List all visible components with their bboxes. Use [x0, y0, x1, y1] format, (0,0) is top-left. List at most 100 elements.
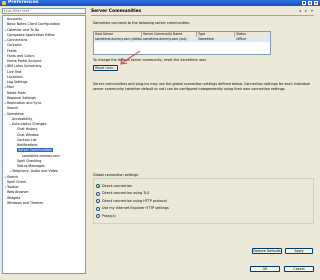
reset-user-button[interactable]: Reset User... [93, 65, 118, 71]
radio-button[interactable] [96, 199, 100, 203]
tree-item-label: Accessibility [12, 116, 33, 121]
radio-button[interactable] [96, 206, 100, 211]
radio-label[interactable]: Direct connection [102, 184, 132, 189]
page-title: Server Communities [91, 8, 314, 16]
restore-defaults-button[interactable]: Restore Defaults [252, 248, 282, 254]
tree-item-label: Spell Check [7, 179, 27, 184]
maximize-button[interactable]: □ [308, 1, 312, 6]
tree-item-label: Chat History [17, 127, 38, 132]
radio-button[interactable] [96, 191, 100, 196]
tree-item-label: Composite Application Editor [7, 32, 55, 37]
tree-item-label: Windows and Themes [7, 200, 44, 205]
cell-host-server: sametime.dummy.com (default) [95, 37, 142, 41]
tree-item[interactable]: Home Portal Account [4, 59, 42, 64]
tree-item[interactable]: Notes Ports [4, 91, 26, 96]
apply-button[interactable]: Apply [285, 248, 313, 254]
tree-item[interactable]: +IBM Lotus Symphony [4, 64, 42, 69]
tree-item[interactable]: Chat History [14, 127, 37, 132]
menu-icon[interactable]: ▾ [310, 9, 314, 13]
tree-item[interactable]: Windows and Themes [4, 201, 43, 206]
tree-item-label: Regional Settings [7, 95, 36, 100]
tree-item[interactable]: +Toolbar [4, 185, 19, 190]
splitter[interactable] [86, 8, 89, 274]
radio-label[interactable]: Direct connection using TLS [102, 191, 149, 196]
tree-item[interactable]: −Sametime [4, 112, 24, 117]
tree-item-label: Sametime [7, 111, 24, 116]
tree-item-label: Accounts [7, 17, 23, 21]
tree-item-label: Chat Window [17, 132, 39, 137]
tree-item-label: Search [7, 106, 19, 111]
tree-item[interactable]: +Calendar and To Do [4, 28, 39, 33]
minimize-button[interactable]: _ [302, 1, 306, 6]
tree-item[interactable]: Composite Application Editor [4, 33, 55, 38]
filter-input[interactable]: type filter text [2, 8, 86, 14]
table-row[interactable]: sametime.dummy.com (default) sametime.du… [94, 37, 270, 42]
tree-item-label: Connections [7, 38, 28, 42]
tree-item[interactable]: Contact List [14, 138, 37, 143]
annotation-arrow-icon [120, 50, 141, 65]
tree-item[interactable]: Widgets [4, 196, 20, 201]
cancel-button[interactable]: Cancel [284, 266, 314, 272]
tree-item[interactable]: +Telephony, Audio and Video [9, 169, 58, 174]
tree-item[interactable]: +Replication and Sync [4, 101, 42, 106]
tree-item[interactable]: Live Text [4, 70, 21, 75]
tree-item-label: Contacts [7, 43, 22, 48]
radio-label[interactable]: Proxy(s) [102, 214, 116, 219]
forward-arrow-icon[interactable]: ▸ [304, 9, 308, 13]
tree-item[interactable]: +Mail [4, 85, 14, 90]
tree-item[interactable]: Locations [4, 75, 23, 80]
radio-label[interactable]: Use my Internet Explorer HTTP settings [102, 206, 169, 211]
tree-item[interactable]: Spell Checking [14, 159, 41, 164]
tree-item[interactable]: Spell Check [4, 180, 26, 185]
tree-item[interactable]: +Auto-status Changes [9, 122, 46, 127]
tree-item-label: Log Settings [7, 80, 28, 84]
tree-item[interactable]: Regional Settings [4, 96, 36, 101]
tree-item-label: Server Communities [17, 148, 53, 153]
info-text-line1: Server communities and plug-ins may use … [93, 82, 311, 86]
tree-item[interactable]: +Search [4, 175, 18, 180]
tree-item[interactable]: Chat Window [14, 133, 39, 138]
tree-item-label: Calendar and To Do [7, 27, 40, 32]
tree-item-label: Replication and Sync [7, 101, 42, 105]
radio-button[interactable] [96, 184, 100, 188]
radio-label[interactable]: Direct connection using HTTP protocol [102, 199, 167, 204]
tree-item-label: IBM Lotus Symphony [7, 64, 42, 69]
tree-item[interactable]: Basic Notes Client Configuration [4, 22, 60, 27]
tree-item[interactable]: Contacts [4, 43, 22, 48]
tree-item[interactable]: Fonts and Colors [4, 54, 35, 59]
intro-text: Sametime connects to the following serve… [93, 21, 191, 25]
tree-item[interactable]: Log Settings [4, 80, 27, 85]
tree-item-label: Notifications [17, 143, 38, 147]
window-title: Preferences [8, 0, 39, 5]
ok-button[interactable]: OK [250, 266, 280, 272]
tree-item-label: Status Messages [17, 164, 45, 168]
tree-item[interactable]: Status Messages [14, 164, 45, 169]
tree-item-label: Notes Ports [7, 90, 26, 95]
tree-item-label: Basic Notes Client Configuration [7, 22, 61, 27]
tree-item[interactable]: Accounts [4, 17, 22, 22]
close-button[interactable]: × [314, 1, 318, 6]
tree-item[interactable]: sametime.dummy.com [19, 154, 60, 159]
cell-status: Offline [236, 37, 247, 41]
tree-item-label: Mail [7, 85, 14, 90]
radio-button[interactable] [96, 214, 100, 218]
tree-item[interactable]: Notifications [14, 143, 38, 148]
title-bar[interactable]: Preferences _ □ × [0, 0, 320, 6]
app-icon [2, 1, 6, 5]
tree-item[interactable]: +Connections [4, 38, 27, 43]
tree-item-label: Contact List [17, 137, 37, 142]
back-arrow-icon[interactable]: ◂ [298, 9, 302, 13]
change-default-text: To change the default server community, … [93, 58, 207, 62]
tree-item-label: Search [7, 174, 19, 179]
tree-item-label: Fonts and Colors [7, 53, 35, 58]
tree-item[interactable]: Server Communities [14, 148, 53, 153]
tree-item-label: sametime.dummy.com [22, 153, 60, 158]
tree-item[interactable]: Feeds [4, 49, 17, 54]
tree-item[interactable]: Search [4, 106, 18, 111]
tree-item[interactable]: Web Browser [4, 190, 29, 195]
tree-item[interactable]: Accessibility [9, 117, 32, 122]
preference-tree[interactable]: Accounts Basic Notes Client Configuration… [2, 15, 86, 274]
tree-item-label: Spell Checking [17, 158, 42, 163]
tree-item-label: Live Text [7, 69, 22, 74]
info-text-line2: server community (whether default or not… [93, 87, 286, 91]
